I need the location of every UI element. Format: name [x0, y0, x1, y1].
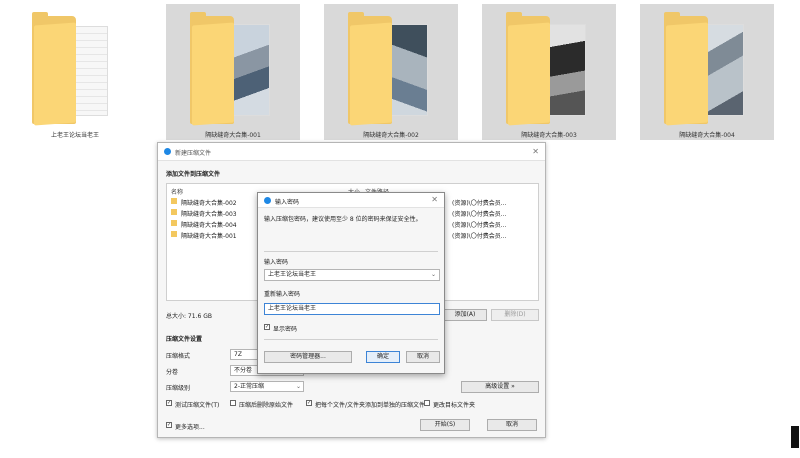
password-manager-button[interactable]: 密码管理器... — [264, 351, 352, 363]
app-logo-icon — [264, 197, 271, 204]
file-path: (资源)\〇付费会员... — [452, 222, 507, 229]
folder-tile-5[interactable]: 隔缺缝奇大合集-004 — [640, 4, 774, 140]
format-label: 压缩格式 — [166, 353, 191, 360]
chevron-down-icon: ⌄ — [295, 383, 301, 390]
folder-icon — [664, 12, 748, 126]
folder-tile-4[interactable]: 隔缺缝奇大合集-003 — [482, 4, 616, 140]
option-test-archive: 测试压缩文件(T) — [175, 402, 220, 409]
delete-button[interactable]: 删除(D) — [491, 309, 539, 321]
folder-icon — [506, 12, 590, 126]
password-cancel-button[interactable]: 取消 — [406, 351, 440, 363]
divider — [264, 251, 438, 252]
password-dialog-titlebar[interactable]: 输入密码 ✕ — [258, 193, 444, 208]
option-change-dest: 更改目标文件夹 — [433, 402, 476, 409]
checkbox-icon[interactable]: ✓ — [306, 400, 312, 406]
folder-icon — [171, 198, 177, 204]
folder-tile-2[interactable]: 隔缺缝奇大合集-001 — [166, 4, 300, 140]
corner-widget — [791, 426, 799, 448]
password-dialog-title: 输入密码 — [275, 199, 300, 206]
format-select[interactable]: 7Z — [230, 349, 258, 360]
folder-icon — [32, 12, 116, 126]
folder-icon — [190, 12, 274, 126]
folder-tile-1[interactable]: 上老王论坛当老王 — [8, 4, 142, 140]
close-icon[interactable]: ✕ — [532, 147, 539, 156]
file-path: (资源)\〇付费会员... — [452, 200, 507, 207]
app-logo-icon — [164, 148, 171, 155]
level-label: 压缩级别 — [166, 385, 191, 392]
column-name: 名称 — [171, 189, 184, 196]
password-input[interactable]: 上老王论坛当老王 ⌄ — [264, 269, 440, 281]
level-select[interactable]: 2-正常压缩 ⌄ — [230, 381, 304, 392]
add-button[interactable]: 添加(A) — [443, 309, 487, 321]
folder-tile-3[interactable]: 隔缺缝奇大合集-002 — [324, 4, 458, 140]
section-add-heading: 添加文件到压缩文件 — [166, 171, 221, 178]
divider — [264, 339, 438, 340]
checkbox-icon[interactable]: ✓ — [166, 400, 172, 406]
password-label: 输入密码 — [264, 259, 289, 266]
show-password-label: 显示密码 — [273, 326, 298, 333]
ok-button[interactable]: 确定 — [366, 351, 400, 363]
confirm-password-label: 重新输入密码 — [264, 291, 301, 298]
folder-label: 隔缺缝奇大合集-004 — [679, 132, 735, 139]
file-path: (资源)\〇付费会员... — [452, 233, 507, 240]
file-path: (资源)\〇付费会员... — [452, 211, 507, 218]
folder-label: 隔缺缝奇大合集-002 — [363, 132, 419, 139]
password-dialog: 输入密码 ✕ 输入压缩包密码，建议使用至少 8 位的密码来保证安全性。 输入密码… — [257, 192, 445, 374]
total-size: 总大小: 71.6 GB — [166, 313, 212, 320]
password-description: 输入压缩包密码，建议使用至少 8 位的密码来保证安全性。 — [264, 216, 422, 223]
chevron-down-icon[interactable]: ⌄ — [431, 270, 436, 280]
checkbox-icon[interactable] — [230, 400, 236, 406]
dialog-title: 新建压缩文件 — [175, 150, 212, 157]
confirm-password-input[interactable]: 上老王论坛当老王 — [264, 303, 440, 315]
checkbox-icon[interactable] — [424, 400, 430, 406]
close-icon[interactable]: ✕ — [431, 195, 438, 204]
folder-icon — [171, 231, 177, 237]
folder-label: 隔缺缝奇大合集-003 — [521, 132, 577, 139]
cancel-button[interactable]: 取消 — [487, 419, 537, 431]
folder-icon — [171, 209, 177, 215]
option-delete-source: 压缩后删除原始文件 — [239, 402, 294, 409]
more-options-toggle[interactable]: 更多选项... — [175, 422, 205, 431]
checkbox-icon[interactable]: ✓ — [166, 422, 172, 428]
checkbox-icon[interactable]: ✓ — [264, 324, 270, 330]
folder-icon — [171, 220, 177, 226]
dialog-titlebar[interactable]: 新建压缩文件 ✕ — [158, 143, 545, 161]
folder-label: 上老王论坛当老王 — [50, 132, 99, 139]
advanced-settings-button[interactable]: 高级设置 » — [461, 381, 539, 393]
folder-label: 隔缺缝奇大合集-001 — [205, 132, 261, 139]
option-separate-archives: 把每个文件/文件夹添加到单独的压缩文件 — [315, 402, 426, 409]
folder-icon — [348, 12, 432, 126]
start-button[interactable]: 开始(S) — [420, 419, 470, 431]
section-settings-heading: 压缩文件设置 — [166, 336, 203, 343]
split-label: 分卷 — [166, 369, 179, 376]
